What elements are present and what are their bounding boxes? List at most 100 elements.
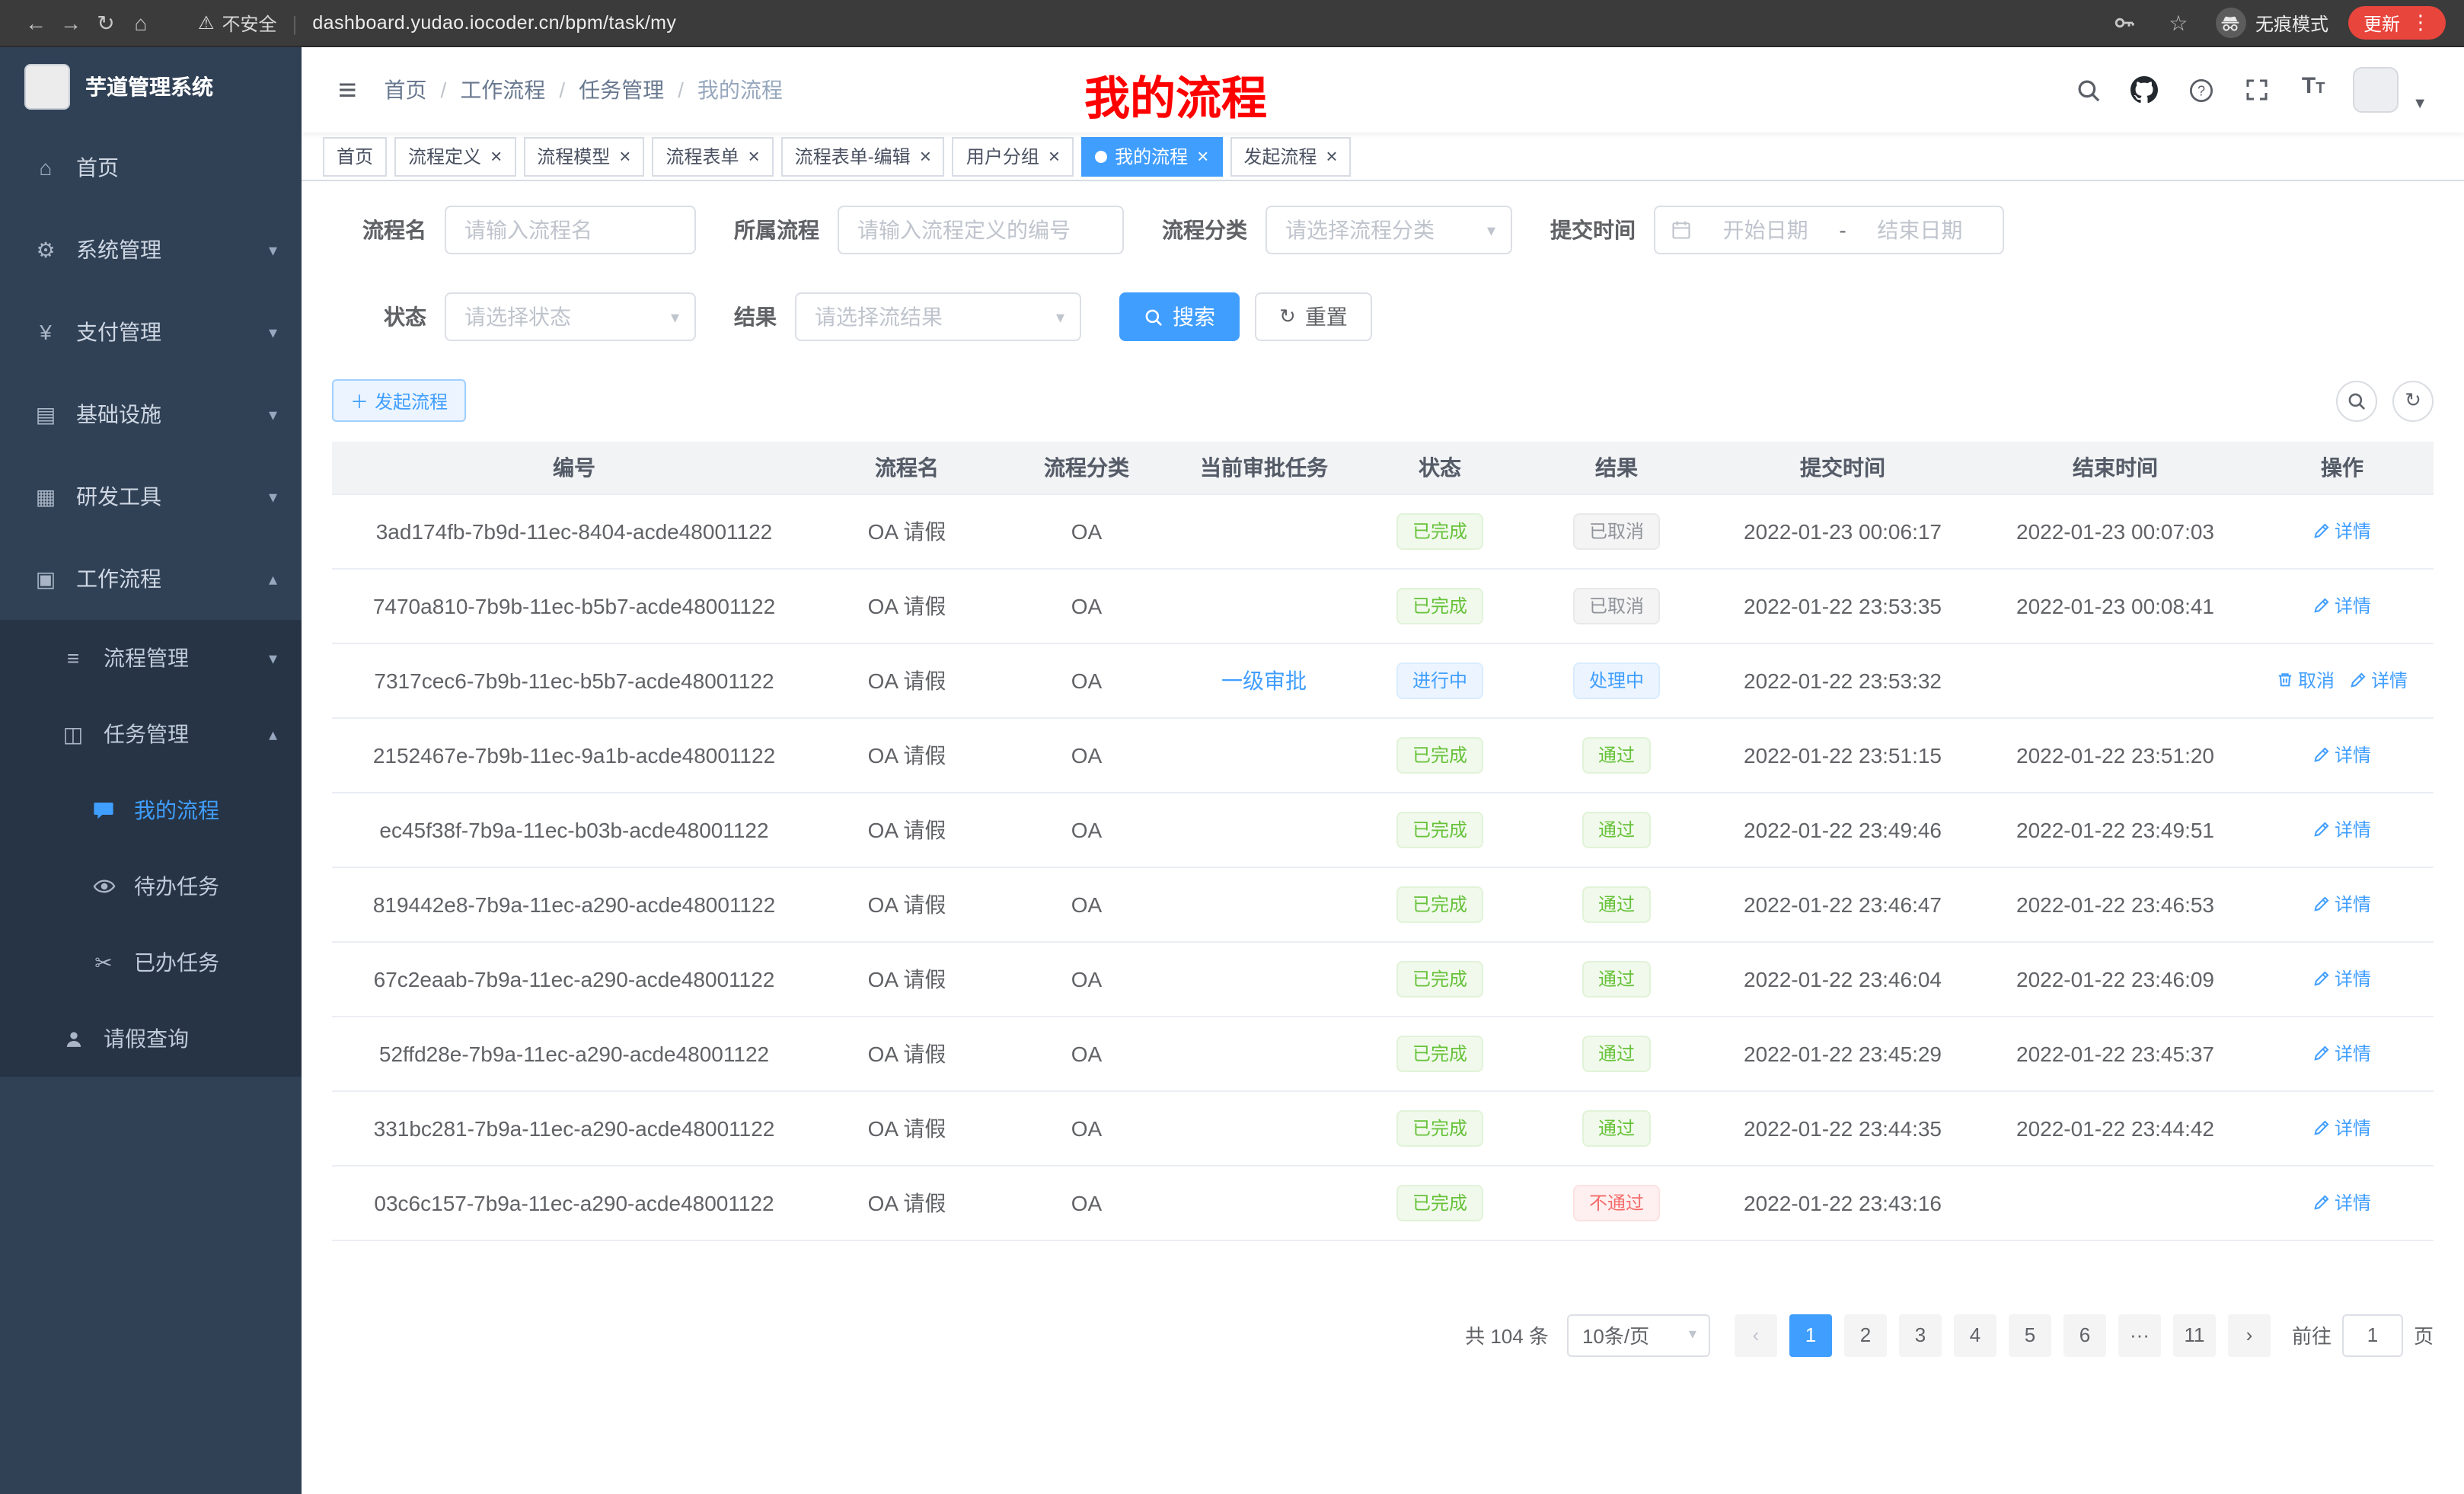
table-cell: 已取消 — [1527, 493, 1706, 568]
result-select[interactable]: 请选择流结果 ▾ — [795, 292, 1081, 341]
edit-icon — [2313, 970, 2330, 987]
tab-item[interactable]: 首页 — [323, 136, 387, 176]
page-button[interactable]: 4 — [1954, 1314, 1996, 1356]
category-select[interactable]: 请选择流程分类 ▾ — [1266, 206, 1512, 254]
toggle-search-icon[interactable] — [2336, 380, 2377, 421]
tab-item[interactable]: 流程表单× — [652, 136, 773, 176]
sidebar-item[interactable]: ✂已办任务 — [0, 924, 302, 1001]
key-icon[interactable] — [2108, 6, 2141, 40]
page-button[interactable]: 6 — [2063, 1314, 2106, 1356]
tab-item[interactable]: 我的流程× — [1081, 136, 1222, 176]
close-icon[interactable]: × — [748, 146, 760, 166]
page-button[interactable]: 3 — [1899, 1314, 1942, 1356]
avatar[interactable] — [2353, 67, 2399, 113]
back-icon[interactable]: ← — [18, 12, 53, 34]
home-icon[interactable]: ⌂ — [123, 12, 158, 34]
name-input[interactable] — [445, 206, 696, 254]
breadcrumb-item[interactable]: 工作流程 — [460, 75, 545, 105]
tab-label: 流程表单-编辑 — [795, 143, 911, 169]
breadcrumb-separator: / — [678, 78, 684, 102]
sidebar-item[interactable]: ¥支付管理▾ — [0, 291, 302, 373]
sidebar-item[interactable]: ▦研发工具▾ — [0, 455, 302, 538]
sidebar-item[interactable]: ▤基础设施▾ — [0, 373, 302, 455]
create-process-button[interactable]: ＋ 发起流程 — [332, 379, 466, 422]
sidebar-item[interactable]: 我的流程 — [0, 772, 302, 848]
forward-icon[interactable]: → — [53, 12, 88, 34]
reset-button[interactable]: ↻ 重置 — [1255, 292, 1372, 341]
incognito-badge: 无痕模式 — [2216, 8, 2328, 38]
sidebar-item-label: 已办任务 — [134, 947, 219, 978]
breadcrumb-item[interactable]: 任务管理 — [579, 75, 664, 105]
detail-link[interactable]: 详情 — [2313, 742, 2371, 768]
close-icon[interactable]: × — [490, 146, 502, 166]
help-icon[interactable]: ? — [2184, 73, 2217, 107]
detail-link[interactable]: 详情 — [2313, 592, 2371, 618]
close-icon[interactable]: × — [619, 146, 630, 166]
detail-link[interactable]: 详情 — [2313, 518, 2371, 544]
create-process-label: 发起流程 — [375, 388, 448, 413]
detail-link[interactable]: 详情 — [2350, 667, 2408, 693]
sidebar-item[interactable]: ◫任务管理▴ — [0, 696, 302, 772]
close-icon[interactable]: × — [1048, 146, 1060, 166]
close-icon[interactable]: × — [1326, 146, 1337, 166]
detail-link[interactable]: 详情 — [2313, 1189, 2371, 1215]
close-icon[interactable]: × — [1197, 146, 1208, 166]
tab-item[interactable]: 用户分组× — [953, 136, 1074, 176]
font-size-icon[interactable]: TT — [2296, 73, 2330, 107]
detail-link[interactable]: 详情 — [2313, 966, 2371, 991]
fullscreen-icon[interactable] — [2240, 73, 2274, 107]
goto-page-input[interactable] — [2342, 1314, 2403, 1356]
update-button[interactable]: 更新 ⋮ — [2348, 6, 2446, 40]
page-button[interactable]: 5 — [2009, 1314, 2051, 1356]
github-icon[interactable] — [2127, 73, 2161, 107]
bookmark-star-icon[interactable]: ☆ — [2161, 12, 2196, 34]
table-cell: 详情 — [2251, 1090, 2434, 1165]
detail-link[interactable]: 详情 — [2313, 1040, 2371, 1066]
search-icon[interactable] — [2071, 73, 2105, 107]
reload-icon[interactable]: ↻ — [88, 12, 123, 34]
table-cell: OA — [997, 493, 1176, 568]
sidebar-item[interactable]: ⌂首页 — [0, 126, 302, 209]
tab-item[interactable]: 流程定义× — [394, 136, 515, 176]
filter-category: 流程分类 请选择流程分类 ▾ — [1162, 206, 1512, 254]
table-cell — [1176, 568, 1352, 643]
date-range-picker[interactable]: 开始日期 - 结束日期 — [1654, 206, 2004, 254]
page-button[interactable]: 1 — [1789, 1314, 1832, 1356]
cancel-link[interactable]: 取消 — [2277, 667, 2335, 693]
sidebar-item[interactable]: ▣工作流程▴ — [0, 538, 302, 620]
close-icon[interactable]: × — [920, 146, 931, 166]
status-tag: 已完成 — [1397, 1184, 1483, 1221]
detail-link[interactable]: 详情 — [2313, 891, 2371, 917]
result-tag: 通过 — [1583, 1035, 1650, 1071]
sidebar-item[interactable]: 请假查询 — [0, 1001, 302, 1077]
edit-icon — [2350, 672, 2367, 688]
next-page-button[interactable]: › — [2228, 1314, 2271, 1356]
sidebar-item-label: 流程管理 — [104, 643, 189, 673]
page-button[interactable]: 11 — [2173, 1314, 2216, 1356]
tab-item[interactable]: 流程模型× — [523, 136, 644, 176]
detail-link[interactable]: 详情 — [2313, 816, 2371, 842]
process-input[interactable] — [838, 206, 1124, 254]
address-url[interactable]: dashboard.yudao.iocoder.cn/bpm/task/my — [312, 12, 676, 34]
page-size-select[interactable]: 10条/页 ▾ — [1567, 1314, 1710, 1356]
refresh-table-icon[interactable]: ↻ — [2392, 380, 2434, 421]
page-button[interactable]: 2 — [1844, 1314, 1887, 1356]
sidebar-item[interactable]: 待办任务 — [0, 848, 302, 924]
browser-menu-icon[interactable]: ⋮ — [2411, 11, 2430, 35]
table-cell: 52ffd28e-7b9a-11ec-a290-acde48001122 — [332, 1016, 816, 1090]
table-cell: 详情 — [2251, 1165, 2434, 1240]
status-tag: 进行中 — [1397, 662, 1483, 698]
tab-item[interactable]: 流程表单-编辑 × — [781, 136, 945, 176]
sidebar-item[interactable]: ⚙系统管理▾ — [0, 209, 302, 291]
tab-item[interactable]: 发起流程× — [1230, 136, 1351, 176]
hamburger-icon[interactable]: ≡ — [338, 74, 357, 106]
search-button[interactable]: 搜索 — [1119, 292, 1240, 341]
table-cell: OA — [997, 717, 1176, 792]
breadcrumb-item[interactable]: 首页 — [385, 75, 427, 105]
task-link[interactable]: 一级审批 — [1221, 668, 1307, 692]
detail-link[interactable]: 详情 — [2313, 1115, 2371, 1141]
sidebar-item[interactable]: ≡流程管理▾ — [0, 620, 302, 696]
status-select[interactable]: 请选择状态 ▾ — [445, 292, 696, 341]
prev-page-button[interactable]: ‹ — [1735, 1314, 1777, 1356]
sidebar-item-label: 任务管理 — [104, 719, 189, 749]
